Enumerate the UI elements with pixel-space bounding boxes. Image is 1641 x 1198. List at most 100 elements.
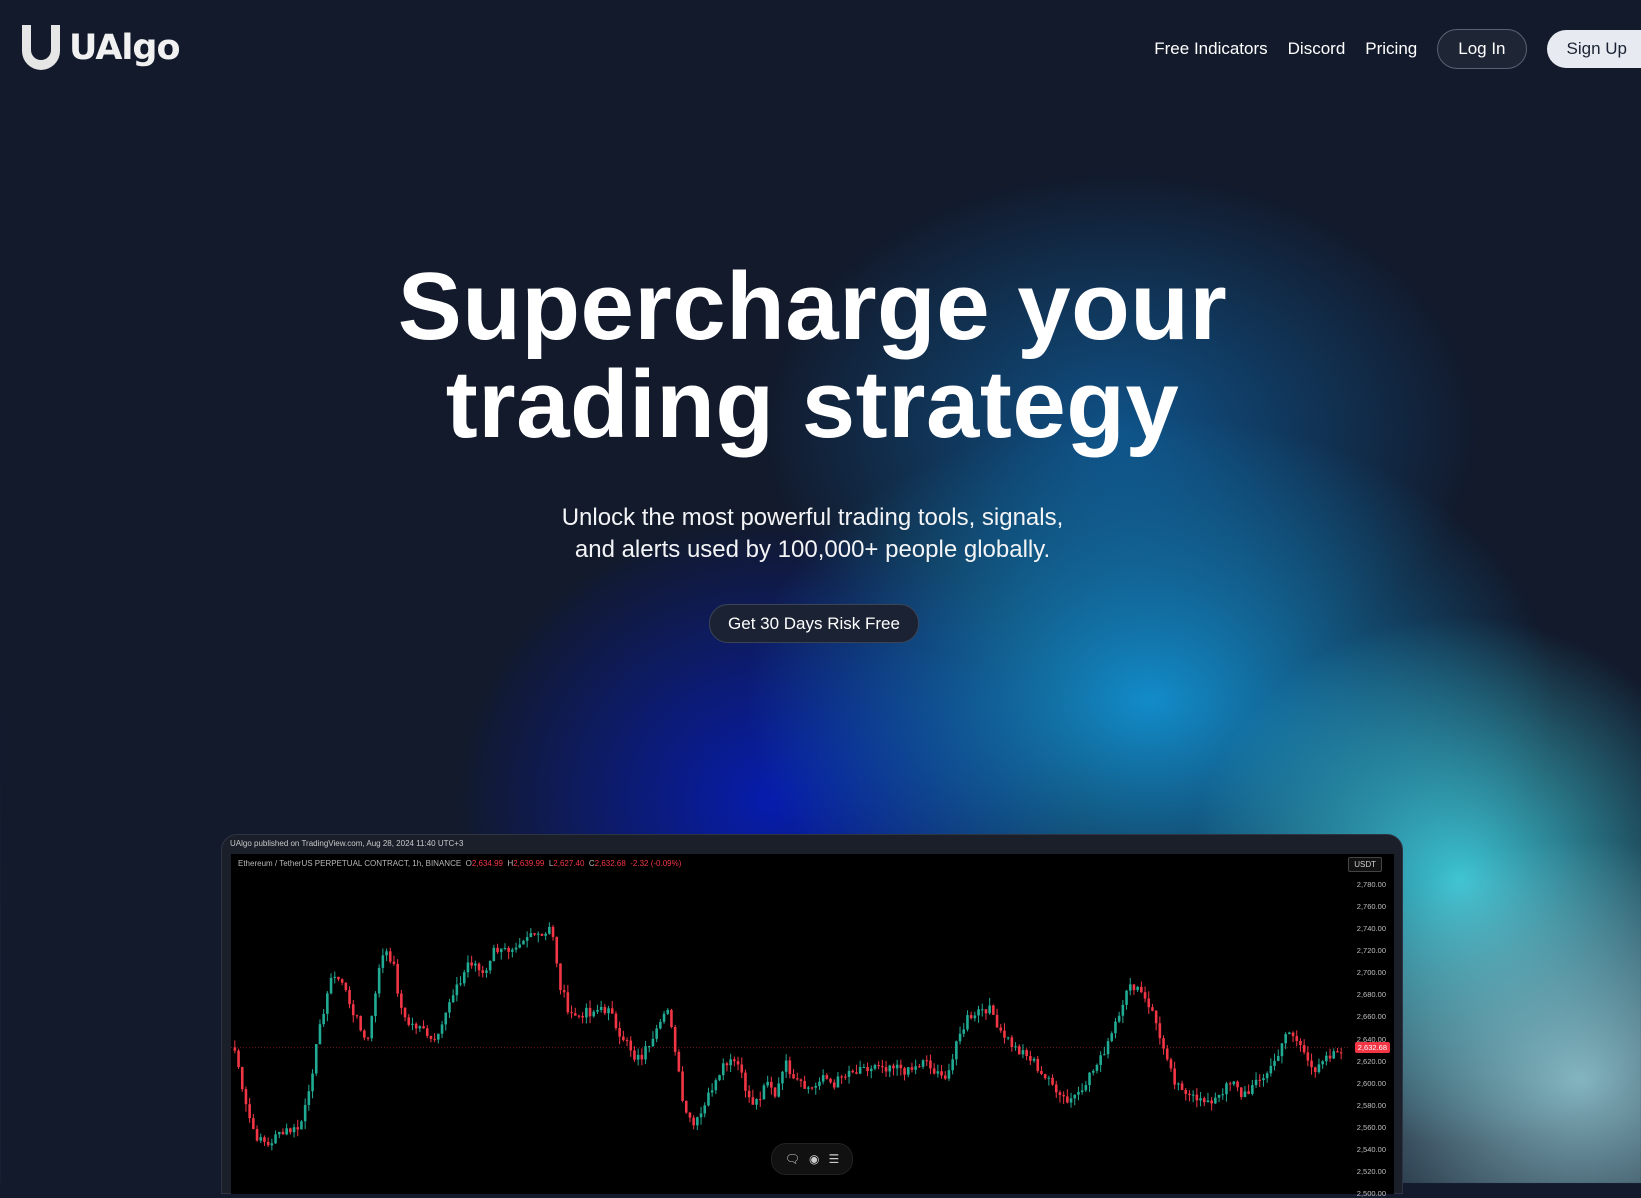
candle-body xyxy=(973,1015,977,1019)
candle-body xyxy=(1228,1083,1232,1085)
cta-button[interactable]: Get 30 Days Risk Free xyxy=(709,604,919,643)
price-tick: 2,620.00 xyxy=(1356,1056,1386,1066)
list-icon[interactable]: ☰ xyxy=(828,1152,839,1166)
candle-body xyxy=(418,1026,422,1029)
candle-body xyxy=(1210,1100,1213,1104)
hero-subtitle: Unlock the most powerful trading tools, … xyxy=(0,502,1625,566)
candle-body xyxy=(825,1075,829,1079)
candle-body xyxy=(770,1081,773,1088)
candle-body xyxy=(237,1050,240,1068)
signup-button[interactable]: Sign Up xyxy=(1546,30,1641,68)
candle-body xyxy=(337,976,340,980)
candle-body xyxy=(1017,1046,1021,1055)
candle-body xyxy=(1173,1068,1176,1085)
candle-body xyxy=(514,947,518,950)
candle-body xyxy=(1288,1032,1291,1035)
candle-body xyxy=(788,1060,792,1075)
candle-body xyxy=(1021,1050,1025,1055)
candle-body xyxy=(707,1092,710,1106)
hero-subtitle-line2: and alerts used by 100,000+ people globa… xyxy=(574,536,1051,563)
candle-body xyxy=(566,992,570,1013)
candle-body xyxy=(407,1017,411,1025)
candle-body xyxy=(1254,1079,1258,1086)
candle-body xyxy=(429,1035,433,1039)
login-button[interactable]: Log In xyxy=(1437,29,1527,69)
eye-icon[interactable]: ◉ xyxy=(809,1152,819,1166)
candle-body xyxy=(559,963,562,991)
candle-body xyxy=(1180,1083,1184,1090)
logo-mark-icon xyxy=(22,25,60,70)
candle-body xyxy=(374,993,377,1017)
candle-body xyxy=(533,933,536,935)
candle-body xyxy=(1284,1034,1287,1044)
candle-body xyxy=(877,1065,880,1067)
candle-body xyxy=(581,1016,584,1018)
candle-body xyxy=(1080,1090,1084,1092)
candle-body xyxy=(585,1007,588,1018)
brand-logo[interactable]: UAlgo xyxy=(16,23,181,73)
candle-body xyxy=(1140,986,1143,993)
candle-body xyxy=(1221,1094,1225,1096)
candle-body xyxy=(803,1080,806,1089)
candle-body xyxy=(1110,1033,1114,1042)
candle-body xyxy=(910,1067,914,1070)
candle-body xyxy=(758,1099,762,1101)
candle-body xyxy=(940,1071,943,1076)
candle-body xyxy=(821,1075,825,1082)
nav-link-free-indicators[interactable]: Free Indicators xyxy=(1154,39,1267,59)
candle-body xyxy=(814,1085,818,1088)
candle-body xyxy=(577,1015,581,1017)
price-tick: 2,740.00 xyxy=(1356,924,1386,934)
candle-body xyxy=(881,1066,884,1068)
candle-body xyxy=(551,926,555,938)
comment-icon[interactable]: 🗨 xyxy=(785,1152,800,1166)
candle-body xyxy=(836,1076,840,1088)
candle-body xyxy=(943,1075,947,1079)
nav-link-discord[interactable]: Discord xyxy=(1288,39,1346,59)
price-tick: 2,760.00 xyxy=(1356,902,1386,912)
candle-body xyxy=(1132,984,1136,991)
nav-link-pricing[interactable]: Pricing xyxy=(1365,39,1417,59)
candle-body xyxy=(270,1143,274,1146)
candle-body xyxy=(240,1067,244,1090)
candle-body xyxy=(1295,1036,1299,1042)
candle-body xyxy=(718,1075,721,1081)
candle-body xyxy=(1243,1091,1247,1098)
candle-body xyxy=(1236,1081,1239,1088)
candle-body xyxy=(1291,1032,1295,1037)
candle-body xyxy=(1084,1085,1088,1091)
candle-body xyxy=(462,972,466,984)
candle-body xyxy=(329,977,333,994)
candle-body xyxy=(777,1083,781,1097)
candle-body xyxy=(655,1028,658,1039)
candle-body xyxy=(1184,1089,1188,1094)
candle-body xyxy=(529,933,533,938)
candle-body xyxy=(1154,1010,1158,1024)
candle-body xyxy=(348,990,351,1005)
candle-body xyxy=(1047,1077,1051,1079)
candle-body xyxy=(832,1082,836,1088)
candle-body xyxy=(303,1104,307,1122)
candle-body xyxy=(1239,1087,1243,1098)
candle-body xyxy=(888,1065,892,1072)
candle-body xyxy=(603,1006,607,1014)
candle-body xyxy=(1136,986,1139,991)
candle-body xyxy=(1003,1030,1006,1038)
candle-body xyxy=(1336,1051,1339,1053)
candle-body xyxy=(932,1068,936,1074)
candle-body xyxy=(451,995,455,1003)
candle-body xyxy=(1014,1046,1017,1048)
candle-body xyxy=(1302,1044,1306,1053)
candle-body xyxy=(1273,1060,1276,1066)
candle-body xyxy=(363,1030,366,1038)
candle-body xyxy=(1069,1098,1073,1103)
chart-toolbar: 🗨 ◉ ☰ xyxy=(771,1143,853,1175)
candle-body xyxy=(677,1051,681,1072)
hero-title: Supercharge your trading strategy xyxy=(0,258,1625,454)
candle-body xyxy=(518,944,522,948)
candle-body xyxy=(448,1002,451,1013)
candle-body xyxy=(699,1113,703,1118)
candle-body xyxy=(673,1027,677,1052)
candle-body xyxy=(851,1070,855,1073)
candle-body xyxy=(714,1080,718,1091)
